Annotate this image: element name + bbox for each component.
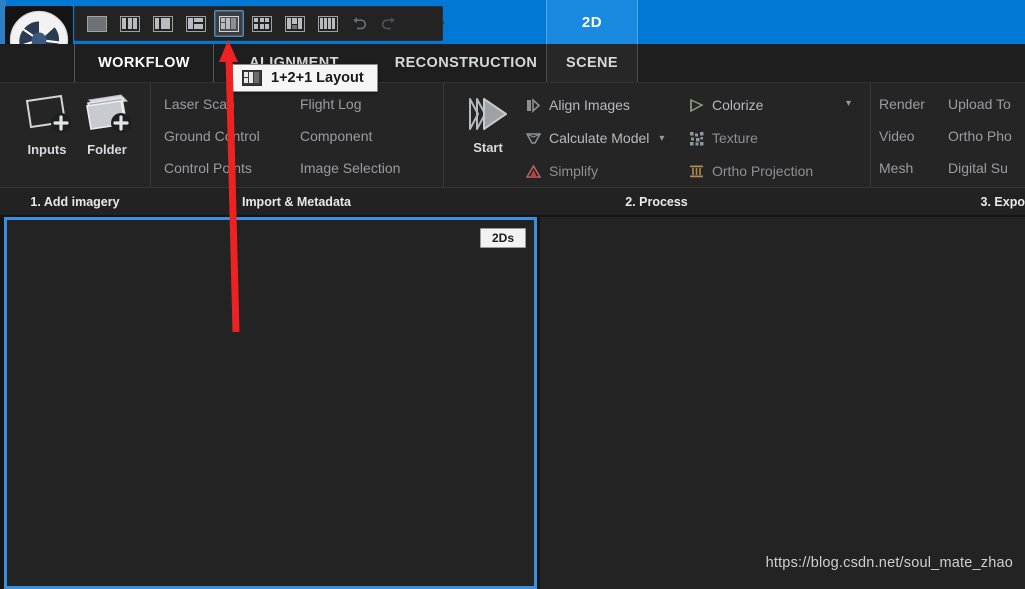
add-image-icon bbox=[21, 91, 73, 139]
layout-grid-button[interactable] bbox=[313, 10, 343, 37]
upload-to-item[interactable]: Upload To bbox=[948, 96, 1011, 112]
render-item[interactable]: Render bbox=[879, 96, 925, 112]
colorize-label: Colorize bbox=[712, 97, 764, 113]
layout-1-icon bbox=[87, 15, 107, 32]
ribbon-panel-export-caption: 3. Expo bbox=[870, 187, 1025, 216]
calculate-model-label: Calculate Model bbox=[549, 130, 650, 146]
inputs-button[interactable]: Inputs bbox=[16, 91, 78, 157]
layout-1plus2plus1-button[interactable] bbox=[214, 10, 244, 37]
texture-icon bbox=[688, 130, 705, 147]
ribbon-panel-process-caption: 2. Process bbox=[443, 187, 870, 216]
ortho-projection-label: Ortho Projection bbox=[712, 163, 814, 179]
colorize-dropdown-icon[interactable]: ▾ bbox=[846, 98, 851, 109]
ribbon-panel-add-imagery-caption: 1. Add imagery bbox=[0, 187, 150, 216]
layout-toolbar bbox=[74, 6, 443, 41]
align-images-item[interactable]: Align Images bbox=[525, 93, 630, 117]
ribbon-panel-import-metadata-caption: Import & Metadata bbox=[150, 187, 443, 216]
ortho-projection-icon bbox=[688, 163, 705, 180]
tab-scene-label: SCENE bbox=[566, 55, 618, 71]
video-item[interactable]: Video bbox=[879, 128, 915, 144]
undo-icon[interactable] bbox=[346, 11, 372, 36]
simplify-item[interactable]: Simplify bbox=[525, 159, 598, 183]
layout-tooltip-label: 1+2+1 Layout bbox=[271, 70, 364, 86]
ribbon-panel-process-body: Start Align Images Calculate Model ▾ Sim… bbox=[443, 83, 870, 187]
application-window: 2D WORKFLOW ALIGNMENT RECONSTRUCTION SCE… bbox=[0, 0, 1025, 589]
layout-1-button[interactable] bbox=[82, 10, 112, 37]
tab-reconstruction[interactable]: RECONSTRUCTION bbox=[372, 44, 560, 82]
inputs-button-label: Inputs bbox=[27, 142, 67, 157]
layout-2x2-icon bbox=[252, 15, 272, 32]
ribbon: Inputs Folder 1. Add imagery Laser Scan … bbox=[0, 82, 1025, 216]
layout-3plus1-button[interactable] bbox=[280, 10, 310, 37]
layout-1plus2plus1-icon bbox=[242, 70, 262, 86]
colorize-icon bbox=[688, 97, 705, 114]
layout-3col-button[interactable] bbox=[115, 10, 145, 37]
ribbon-panel-import-metadata: Laser Scan Flight Log Ground Control Com… bbox=[150, 83, 444, 216]
layout-2x2-button[interactable] bbox=[247, 10, 277, 37]
component-item[interactable]: Component bbox=[300, 128, 372, 144]
layout-3col-icon bbox=[120, 15, 140, 32]
chevron-down-icon[interactable]: ▾ bbox=[659, 133, 664, 144]
view-tab-2d[interactable]: 2D bbox=[546, 0, 638, 44]
tab-workflow[interactable]: WORKFLOW bbox=[74, 44, 214, 82]
layout-grid-icon bbox=[318, 15, 338, 32]
image-selection-item[interactable]: Image Selection bbox=[300, 160, 400, 176]
viewport-left[interactable]: 2Ds bbox=[4, 217, 537, 589]
ribbon-panel-export: Render Upload To Video Ortho Pho Mesh Di… bbox=[870, 83, 1025, 216]
digital-surface-item[interactable]: Digital Su bbox=[948, 160, 1008, 176]
view-tab-2d-label: 2D bbox=[581, 13, 603, 31]
ribbon-tab-bar: WORKFLOW ALIGNMENT RECONSTRUCTION SCENE bbox=[0, 44, 1025, 82]
layout-3plus1-icon bbox=[285, 15, 305, 32]
ribbon-panel-add-imagery: Inputs Folder 1. Add imagery bbox=[0, 83, 151, 216]
calculate-model-item[interactable]: Calculate Model ▾ bbox=[525, 126, 664, 150]
layout-1plus2-button[interactable] bbox=[181, 10, 211, 37]
layout-tooltip: 1+2+1 Layout bbox=[232, 64, 378, 92]
layout-1plus1-icon bbox=[153, 15, 173, 32]
folder-button-label: Folder bbox=[87, 142, 127, 157]
redo-icon[interactable] bbox=[375, 11, 401, 36]
start-button[interactable]: Start bbox=[455, 91, 521, 155]
folder-button[interactable]: Folder bbox=[76, 91, 138, 157]
tab-reconstruction-label: RECONSTRUCTION bbox=[394, 55, 538, 71]
laser-scan-item[interactable]: Laser Scan bbox=[164, 96, 235, 112]
ortho-projection-item[interactable]: Ortho Projection bbox=[688, 159, 813, 183]
layout-1plus1-button[interactable] bbox=[148, 10, 178, 37]
simplify-icon bbox=[525, 163, 542, 180]
viewport-right[interactable]: https://blog.csdn.net/soul_mate_zhao bbox=[540, 217, 1025, 589]
align-images-label: Align Images bbox=[549, 97, 630, 113]
texture-label: Texture bbox=[712, 130, 758, 146]
control-points-item[interactable]: Control Points bbox=[164, 160, 252, 176]
flight-log-item[interactable]: Flight Log bbox=[300, 96, 361, 112]
mesh-item[interactable]: Mesh bbox=[879, 160, 913, 176]
tab-scene[interactable]: SCENE bbox=[546, 44, 638, 82]
add-folder-icon bbox=[81, 91, 133, 139]
start-button-label: Start bbox=[473, 140, 503, 155]
align-images-icon bbox=[525, 97, 542, 114]
play-start-icon bbox=[464, 91, 512, 137]
calculate-model-icon bbox=[525, 130, 542, 147]
viewport-area: 2Ds https://blog.csdn.net/soul_mate_zhao bbox=[0, 215, 1025, 589]
ribbon-panel-process: Start Align Images Calculate Model ▾ Sim… bbox=[443, 83, 871, 216]
viewport-left-tag[interactable]: 2Ds bbox=[479, 228, 526, 248]
ortho-photo-item[interactable]: Ortho Pho bbox=[948, 128, 1012, 144]
layout-1plus2-icon bbox=[186, 15, 206, 32]
ribbon-panel-export-body: Render Upload To Video Ortho Pho Mesh Di… bbox=[870, 83, 1025, 187]
simplify-label: Simplify bbox=[549, 163, 599, 179]
ribbon-panel-import-metadata-body: Laser Scan Flight Log Ground Control Com… bbox=[150, 83, 443, 187]
ribbon-panel-add-imagery-body: Inputs Folder bbox=[0, 83, 150, 187]
watermark: https://blog.csdn.net/soul_mate_zhao bbox=[765, 555, 1013, 571]
tab-workflow-label: WORKFLOW bbox=[98, 55, 190, 71]
texture-item[interactable]: Texture bbox=[688, 126, 758, 150]
colorize-item[interactable]: Colorize bbox=[688, 93, 763, 117]
ground-control-item[interactable]: Ground Control bbox=[164, 128, 260, 144]
layout-1plus2plus1-icon bbox=[219, 15, 239, 32]
